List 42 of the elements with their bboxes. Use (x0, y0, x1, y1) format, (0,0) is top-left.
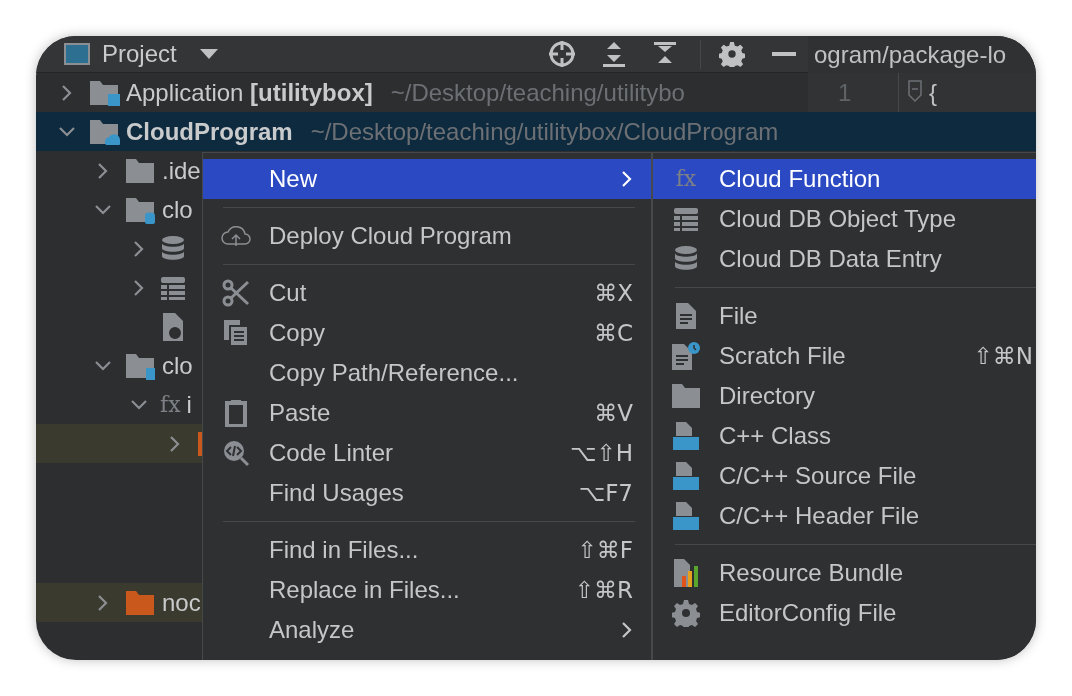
menu-item-label: Cloud DB Object Type (719, 204, 957, 234)
shortcut-label: ⇧⌘F (577, 535, 633, 565)
shortcut-label: ⌥⇧H (569, 438, 633, 468)
shortcut-label: ⌘X (594, 278, 633, 308)
menu-item-label: File (719, 301, 759, 331)
shortcut-label: ⇧⌘R (574, 575, 633, 605)
tree-item-label: CloudProgram (126, 116, 293, 147)
menu-item-label: Scratch File (719, 341, 847, 371)
menu-item-label: Replace in Files... (269, 575, 461, 605)
menu-item-label: Paste (269, 398, 332, 428)
menu-item-label: Cloud Function (719, 164, 882, 194)
menu-item-label: Find in Files... (269, 535, 420, 565)
tree-item-label: clo (162, 194, 193, 225)
function-icon: fx (675, 168, 697, 190)
tree-item-label: Application [utilitybox] (126, 77, 373, 108)
menu-item-label: Find Usages (269, 478, 405, 508)
shortcut-label: ⌥F7 (578, 478, 633, 508)
menu-item-label: Cloud DB Data Entry (719, 244, 943, 274)
menu-item-label: Cut (269, 278, 308, 308)
menu-item-label: Code Linter (269, 438, 395, 468)
menu-item-label: New (269, 164, 318, 194)
code-text: { (929, 77, 937, 108)
menu-item-label: EditorConfig File (719, 598, 898, 628)
tree-item-label: i (186, 389, 192, 420)
tree-item-label: clo (162, 350, 193, 381)
menu-item-label: Deploy Cloud Program (269, 221, 513, 251)
function-icon: fx (160, 393, 181, 416)
tree-item-label: noc (162, 587, 201, 618)
menu-item-label: Copy (269, 318, 327, 348)
menu-item-label: Analyze (269, 615, 356, 645)
menu-item-label: C++ Class (719, 421, 833, 451)
tree-item-label: .ide (162, 155, 201, 186)
shortcut-label: ⌘V (594, 398, 633, 428)
module-path: ~/Desktop/teaching/utilitybox/CloudProgram (310, 116, 779, 147)
menu-item-label: C/C++ Source File (719, 461, 918, 491)
menu-item-label: Copy Path/Reference... (269, 358, 520, 388)
module-path: ~/Desktop/teaching/utilitybo (390, 77, 685, 108)
shortcut-label: ⇧⌘N (973, 341, 1033, 371)
menu-item-label: Directory (719, 381, 816, 411)
shortcut-label: ⌘C (593, 318, 633, 348)
menu-item-label: Resource Bundle (719, 558, 905, 588)
menu-item-label: C/C++ Header File (719, 501, 921, 531)
